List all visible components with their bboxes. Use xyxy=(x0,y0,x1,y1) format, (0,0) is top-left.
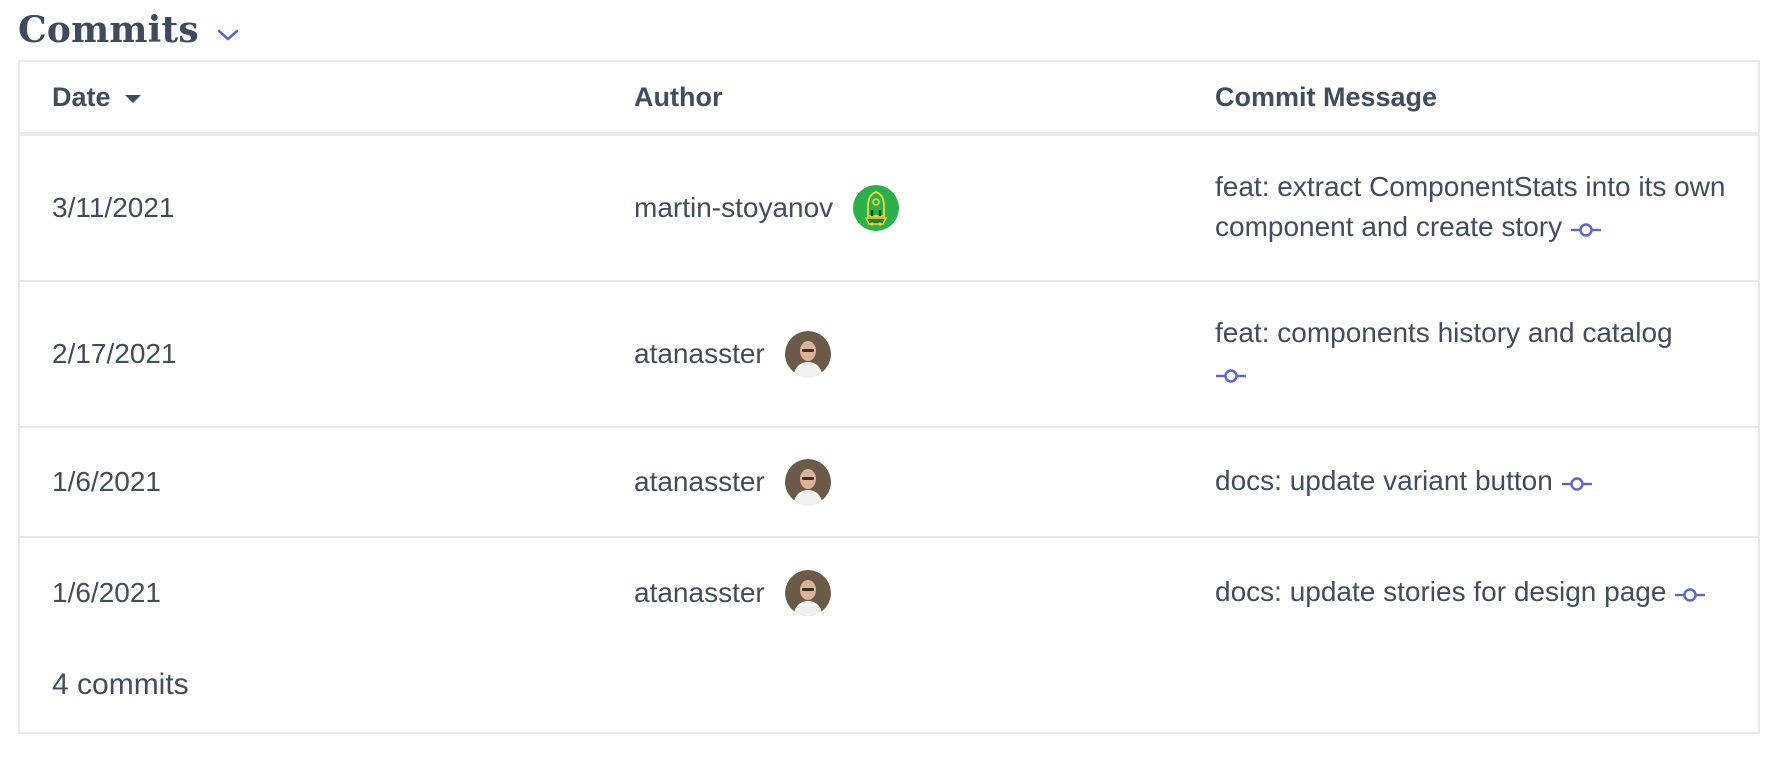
person-avatar-icon xyxy=(784,459,831,505)
author-name[interactable]: atanasster xyxy=(634,577,765,609)
chevron-down-icon[interactable] xyxy=(213,20,243,50)
table-row: 1/6/2021 atanasster docs: update stories… xyxy=(20,538,1758,648)
author-cell: atanasster xyxy=(634,538,831,648)
git-commit-icon[interactable] xyxy=(1215,355,1247,395)
commit-message: feat: extract ComponentStats into its ow… xyxy=(1215,171,1726,243)
section-title: Commits xyxy=(18,9,199,51)
commit-message-cell: docs: update variant button xyxy=(1215,428,1735,536)
robot-avatar-icon xyxy=(853,185,900,231)
commit-message-cell: docs: update stories for design page xyxy=(1215,538,1735,648)
git-commit-icon[interactable] xyxy=(1674,574,1706,614)
git-commit-icon[interactable] xyxy=(1561,463,1593,503)
column-header-message: Commit Message xyxy=(1215,62,1437,132)
column-header-author-label: Author xyxy=(634,81,723,112)
commit-message: docs: update stories for design page xyxy=(1215,576,1667,608)
table-row: 2/17/2021 atanasster feat: components hi… xyxy=(20,282,1758,428)
section-header: Commits xyxy=(18,4,243,56)
avatar xyxy=(784,570,831,616)
commit-date: 3/11/2021 xyxy=(52,192,175,223)
author-cell: atanasster xyxy=(634,282,831,426)
git-commit-icon[interactable] xyxy=(1570,209,1602,249)
table-header-row: Date Author Commit Message xyxy=(20,62,1758,136)
author-cell: martin-stoyanov xyxy=(634,136,900,280)
person-avatar-icon xyxy=(784,570,831,616)
avatar xyxy=(853,185,900,231)
commit-message-cell: feat: extract ComponentStats into its ow… xyxy=(1215,136,1735,280)
author-cell: atanasster xyxy=(634,428,831,536)
commit-message: feat: components history and catalog xyxy=(1215,317,1673,349)
column-header-date-label: Date xyxy=(52,81,111,112)
commit-date: 1/6/2021 xyxy=(52,577,161,608)
commit-count: 4 commits xyxy=(52,668,189,701)
column-header-date[interactable]: Date xyxy=(52,62,141,132)
commit-date: 1/6/2021 xyxy=(52,466,161,497)
commit-message: docs: update variant button xyxy=(1215,465,1553,497)
avatar xyxy=(784,331,831,377)
column-header-message-label: Commit Message xyxy=(1215,81,1438,112)
commit-date: 2/17/2021 xyxy=(52,338,177,369)
author-name[interactable]: martin-stoyanov xyxy=(634,192,833,224)
table-row: 1/6/2021 atanasster docs: update variant… xyxy=(20,428,1758,538)
table-row: 3/11/2021 martin-stoyanov feat: extract … xyxy=(20,136,1758,282)
author-name[interactable]: atanasster xyxy=(634,466,765,498)
column-header-author: Author xyxy=(634,62,722,132)
person-avatar-icon xyxy=(784,331,831,377)
commits-table-panel: Date Author Commit Message 3/11/2021 mar… xyxy=(18,60,1760,734)
commit-message-cell: feat: components history and catalog xyxy=(1215,282,1735,426)
avatar xyxy=(784,459,831,505)
author-name[interactable]: atanasster xyxy=(634,338,765,370)
caret-down-icon[interactable] xyxy=(124,95,141,103)
